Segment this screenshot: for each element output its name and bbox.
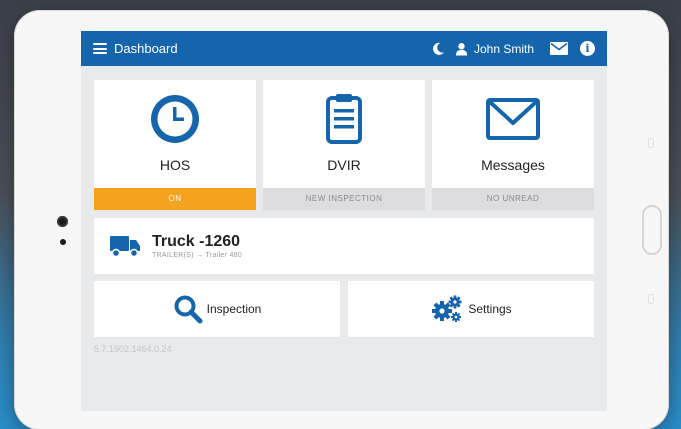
tile-label: DVIR: [327, 157, 361, 173]
hos-tile[interactable]: HOS ON: [94, 80, 256, 210]
dashboard-tiles: HOS ON DVIR NEW INSPECTION Messages NO U…: [94, 80, 594, 210]
app-version: 5.7.1902.1464.0.24: [94, 344, 172, 354]
vehicle-title: Truck -1260: [152, 233, 241, 250]
clock-icon: [151, 95, 199, 143]
user-icon: [455, 42, 468, 55]
gears-icon: [432, 295, 462, 322]
hos-status-bar: ON: [94, 188, 256, 210]
inspection-label: Inspection: [206, 302, 262, 316]
tile-label: Messages: [481, 157, 545, 173]
trailer-info: TRAILER(S) → Trailer 480: [152, 252, 243, 259]
envelope-icon: [486, 98, 540, 140]
page-title: Dashboard: [114, 41, 178, 56]
messages-tile[interactable]: Messages NO UNREAD: [432, 80, 594, 210]
camera-lens: [57, 216, 68, 227]
clipboard-icon: [326, 94, 362, 144]
action-buttons: Inspection Settings: [94, 281, 594, 337]
app-screen: Dashboard John Smith i HOS ON DVIR NEW I…: [81, 31, 607, 411]
vehicle-card[interactable]: Truck -1260 TRAILER(S) → Trailer 480: [94, 218, 594, 274]
settings-button[interactable]: Settings: [348, 281, 594, 337]
dvir-tile[interactable]: DVIR NEW INSPECTION: [263, 80, 425, 210]
hardware-mark: [648, 294, 654, 304]
hardware-mark: [648, 138, 654, 148]
truck-icon: [110, 236, 140, 258]
messages-status-bar: NO UNREAD: [432, 188, 594, 210]
search-icon: [174, 295, 203, 324]
info-icon[interactable]: i: [580, 41, 595, 56]
moon-icon[interactable]: [432, 42, 445, 55]
tile-label: HOS: [159, 157, 191, 173]
home-button[interactable]: [642, 205, 662, 255]
vehicle-info: Truck -1260 TRAILER(S) → Trailer 480: [152, 233, 242, 259]
settings-label: Settings: [468, 302, 512, 316]
envelope-icon[interactable]: [550, 42, 568, 55]
hamburger-menu-icon[interactable]: [93, 43, 107, 54]
camera-sensor: [60, 239, 66, 245]
inspection-button[interactable]: Inspection: [94, 281, 340, 337]
dvir-status-bar: NEW INSPECTION: [263, 188, 425, 210]
top-bar: Dashboard John Smith i: [81, 31, 607, 66]
user-name[interactable]: John Smith: [474, 42, 534, 56]
